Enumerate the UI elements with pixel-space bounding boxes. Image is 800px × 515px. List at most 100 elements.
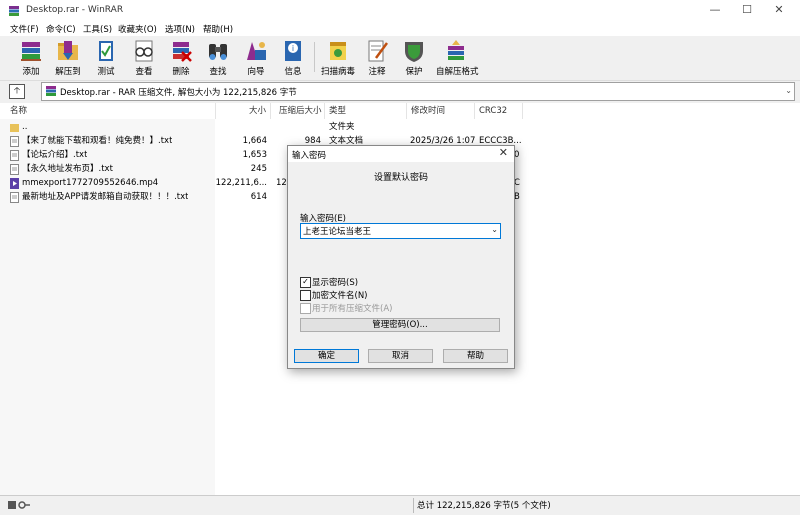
comment-label: 注释 xyxy=(368,67,386,77)
file-type: 文件夹 xyxy=(329,122,355,132)
sfx-icon xyxy=(448,40,464,60)
test-button[interactable]: 测试 xyxy=(86,38,126,78)
chevron-down-icon[interactable]: ⌄ xyxy=(785,86,792,95)
add-label: 添加 xyxy=(22,67,40,77)
minimize-button[interactable]: — xyxy=(700,0,730,22)
column-modified[interactable]: 修改时间 xyxy=(407,103,475,119)
menu-file[interactable]: 文件(F) xyxy=(10,23,39,35)
dialog-title: 输入密码 xyxy=(292,151,327,161)
file-name: 最新地址及APP请发邮箱自动获取！！！.txt xyxy=(22,192,189,202)
file-name: 【永久地址发布页】.txt xyxy=(22,164,113,174)
toolbar-separator xyxy=(314,42,315,72)
close-button[interactable]: ✕ xyxy=(764,0,794,22)
binoculars-find-icon xyxy=(209,44,227,60)
password-value: 上老王论坛当老王 xyxy=(303,227,372,237)
column-size[interactable]: 大小 xyxy=(215,103,271,119)
maximize-button[interactable]: ☐ xyxy=(732,0,762,22)
text-file-icon xyxy=(10,136,19,147)
view-button[interactable]: 查看 xyxy=(124,38,164,78)
file-name: mmexport1772709552646.mp4 xyxy=(22,178,159,188)
books-add-icon xyxy=(21,42,41,61)
menu-help[interactable]: 帮助(H) xyxy=(203,23,233,35)
column-crc32[interactable]: CRC32 xyxy=(475,103,523,119)
file-name: 【来了就能下载和观看！纯免费！】.txt xyxy=(22,136,173,146)
virus-scan-button[interactable]: 扫描病毒 xyxy=(318,38,358,78)
menu-options[interactable]: 选项(N) xyxy=(165,23,195,35)
menu-favorites[interactable]: 收藏夹(O) xyxy=(118,23,157,35)
virus-scan-icon xyxy=(330,42,346,60)
title-bar: Desktop.rar - WinRAR — ☐ ✕ xyxy=(0,0,800,22)
column-type[interactable]: 类型 xyxy=(325,103,407,119)
sfx-button[interactable]: 自解压格式 xyxy=(436,38,479,78)
video-file-icon xyxy=(10,178,19,189)
file-packed: 12 xyxy=(276,178,287,188)
address-box[interactable]: Desktop.rar - RAR 压缩文件, 解包大小为 122,215,82… xyxy=(41,82,795,101)
find-label: 查找 xyxy=(209,67,227,77)
info-label: 信息 xyxy=(284,67,302,77)
sfx-label: 自解压格式 xyxy=(436,67,479,77)
extract-folder-icon xyxy=(58,41,78,60)
text-file-icon xyxy=(10,192,19,203)
folder-up-icon xyxy=(10,124,19,132)
winrar-app-icon xyxy=(9,6,19,16)
address-bar: 🡡 Desktop.rar - RAR 压缩文件, 解包大小为 122,215,… xyxy=(0,80,800,101)
delete-books-icon xyxy=(173,42,192,62)
encrypt-names-checkbox[interactable] xyxy=(300,290,311,301)
status-text: 总计 122,215,826 字节(5 个文件) xyxy=(417,501,551,511)
menu-bar: 文件(F) 命令(C) 工具(S) 收藏夹(O) 选项(N) 帮助(H) xyxy=(0,22,800,36)
find-button[interactable]: 查找 xyxy=(198,38,238,78)
info-button[interactable]: i 信息 xyxy=(273,38,313,78)
delete-button[interactable]: 删除 xyxy=(161,38,201,78)
extract-to-button[interactable]: 解压到 xyxy=(48,38,88,78)
menu-tools[interactable]: 工具(S) xyxy=(83,23,112,35)
text-file-icon xyxy=(10,150,19,161)
wizard-button[interactable]: 向导 xyxy=(236,38,276,78)
winrar-window: Desktop.rar - WinRAR — ☐ ✕ 文件(F) 命令(C) 工… xyxy=(0,0,800,515)
svg-text:i: i xyxy=(292,44,294,53)
rar-archive-icon xyxy=(46,86,56,96)
protect-label: 保护 xyxy=(405,67,423,77)
comment-icon xyxy=(368,40,389,62)
delete-label: 删除 xyxy=(172,67,190,77)
all-archives-checkbox[interactable] xyxy=(300,303,311,314)
file-size: 245 xyxy=(250,164,267,174)
status-divider xyxy=(413,498,414,513)
virus-scan-label: 扫描病毒 xyxy=(320,67,355,77)
menu-commands[interactable]: 命令(C) xyxy=(46,23,76,35)
file-name: .. xyxy=(22,122,28,132)
arrow-up-icon: 🡡 xyxy=(13,86,21,96)
file-size: 614 xyxy=(250,192,267,202)
file-name: 【论坛介绍】.txt xyxy=(22,150,88,160)
column-packed[interactable]: 压缩后大小 xyxy=(275,103,325,119)
extract-to-label: 解压到 xyxy=(55,67,81,77)
table-row[interactable]: .. 文件夹 xyxy=(0,120,800,134)
show-password-label: 显示密码(S) xyxy=(312,278,359,288)
chevron-down-icon[interactable]: ⌄ xyxy=(491,225,498,234)
close-icon[interactable]: ✕ xyxy=(499,146,508,159)
up-folder-button[interactable]: 🡡 xyxy=(9,84,25,99)
file-size: 1,664 xyxy=(242,136,267,146)
dialog-heading: 设置默认密码 xyxy=(373,173,428,183)
test-label: 测试 xyxy=(97,67,115,77)
toolbar: 添加 解压到 测试 查看 删除 查找 向导 i 信息 扫描病毒 注释 保护 自解… xyxy=(0,36,800,80)
show-password-checkbox[interactable]: ✓ xyxy=(300,277,311,288)
add-button[interactable]: 添加 xyxy=(11,38,51,78)
encrypt-names-label: 加密文件名(N) xyxy=(312,291,368,301)
file-size: 122,211,6... xyxy=(215,178,267,188)
view-label: 查看 xyxy=(135,67,153,77)
manage-passwords-button[interactable]: 管理密码(O)... xyxy=(300,318,500,332)
wizard-icon xyxy=(247,42,266,60)
comment-button[interactable]: 注释 xyxy=(357,38,397,78)
info-icon: i xyxy=(285,41,301,61)
address-text: Desktop.rar - RAR 压缩文件, 解包大小为 122,215,82… xyxy=(60,88,297,98)
status-bar: 总计 122,215,826 字节(5 个文件) xyxy=(0,495,800,515)
protect-button[interactable]: 保护 xyxy=(394,38,434,78)
cancel-button[interactable]: 取消 xyxy=(368,349,433,363)
help-button[interactable]: 帮助 xyxy=(443,349,508,363)
password-input[interactable]: 上老王论坛当老王 ⌄ xyxy=(300,223,501,239)
file-size: 1,653 xyxy=(242,150,267,160)
all-archives-label: 用于所有压缩文件(A) xyxy=(312,304,393,314)
ok-button[interactable]: 确定 xyxy=(294,349,359,363)
key-lock-icon xyxy=(8,501,30,509)
glasses-view-icon xyxy=(135,40,153,62)
